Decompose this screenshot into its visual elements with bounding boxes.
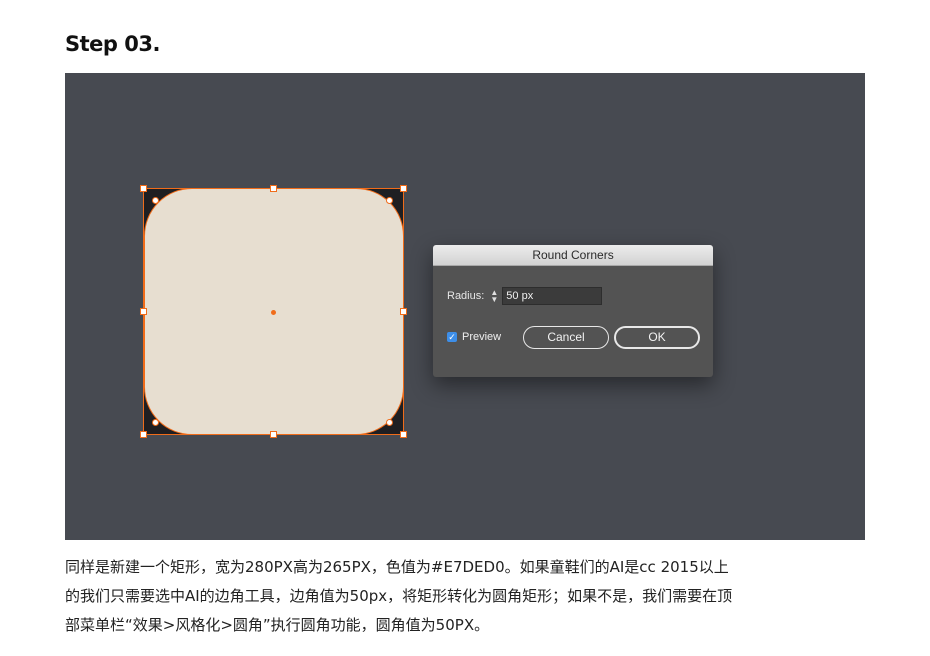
radius-input[interactable]: 50 px: [502, 287, 603, 305]
corner-widget-top-left[interactable]: [152, 197, 159, 204]
handle-top-right[interactable]: [400, 185, 407, 192]
handle-middle-left[interactable]: [140, 308, 147, 315]
dialog-title: Round Corners: [433, 245, 713, 266]
preview-label[interactable]: Preview: [462, 331, 501, 343]
radius-row: Radius: ▲ ▼ 50 px: [447, 287, 603, 305]
description-text: 同样是新建一个矩形，宽为280PX高为265PX，色值为#E7DED0。如果童鞋…: [65, 553, 865, 640]
ok-button[interactable]: OK: [614, 326, 700, 349]
cancel-button[interactable]: Cancel: [523, 326, 609, 349]
corner-widget-bottom-right[interactable]: [386, 419, 393, 426]
handle-bottom-center[interactable]: [270, 431, 277, 438]
description-line-2: 的我们只需要选中AI的边角工具，边角值为50px，将矩形转化为圆角矩形；如果不是…: [65, 587, 733, 605]
step-heading: Step 03.: [65, 32, 160, 56]
handle-top-center[interactable]: [270, 185, 277, 192]
handle-middle-right[interactable]: [400, 308, 407, 315]
shape-center-point: [271, 310, 276, 315]
corner-widget-bottom-left[interactable]: [152, 419, 159, 426]
corner-widget-top-right[interactable]: [386, 197, 393, 204]
handle-bottom-right[interactable]: [400, 431, 407, 438]
description-line-1: 同样是新建一个矩形，宽为280PX高为265PX，色值为#E7DED0。如果童鞋…: [65, 558, 729, 576]
radius-label: Radius:: [447, 290, 485, 302]
handle-top-left[interactable]: [140, 185, 147, 192]
checkmark-icon[interactable]: ✓: [447, 332, 457, 342]
preview-checkbox-row[interactable]: ✓ Preview: [447, 331, 501, 343]
up-down-stepper-icon[interactable]: ▲ ▼: [488, 289, 500, 304]
description-line-3: 部菜单栏“效果>风格化>圆角”执行圆角功能，圆角值为50PX。: [65, 616, 490, 634]
round-corners-dialog: Round Corners Radius: ▲ ▼ 50 px ✓ Preview…: [433, 245, 713, 377]
handle-bottom-left[interactable]: [140, 431, 147, 438]
